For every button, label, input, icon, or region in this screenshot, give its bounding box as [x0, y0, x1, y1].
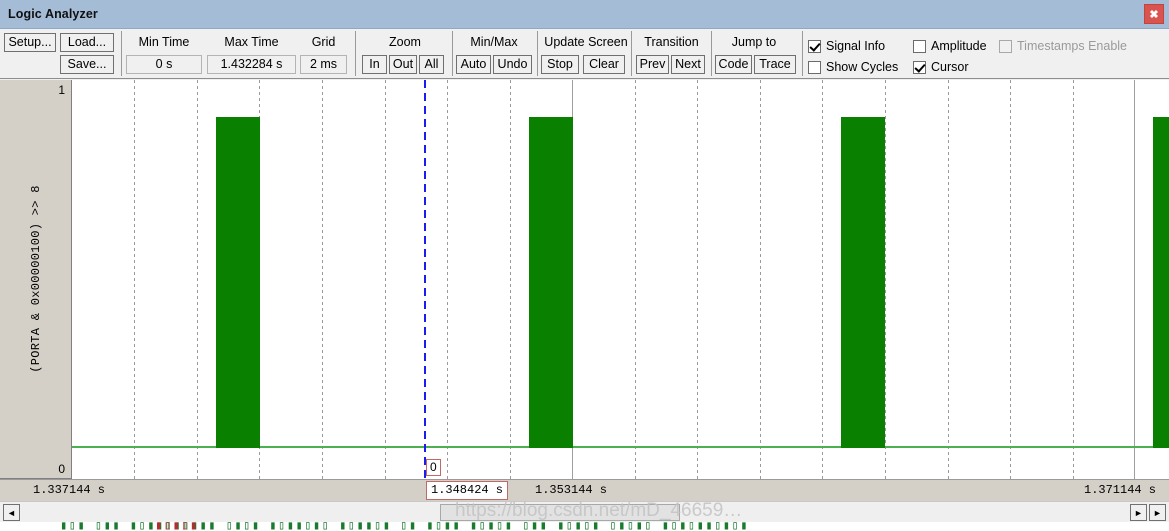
gridline [635, 80, 636, 479]
scroll-right-arrow-icon[interactable]: ► [1130, 504, 1147, 521]
cursor-marker-box[interactable]: 0 [426, 459, 441, 476]
checkbox-show-cycles[interactable]: Show Cycles [808, 60, 898, 74]
gridline [1073, 80, 1074, 479]
time-axis: 1.337144 s 1.348424 s 1.353144 s 1.37114… [0, 479, 1169, 501]
signal-info-panel[interactable]: 1 (PORTA & 0x00000100) >> 8 0 [0, 80, 72, 479]
jumpto-trace-button[interactable]: Trace [754, 55, 796, 74]
minmax-undo-button[interactable]: Undo [493, 55, 532, 74]
time-axis-label-right: 1.371144 s [1084, 483, 1157, 497]
transition-prev-button[interactable]: Prev [636, 55, 669, 74]
toolbar-separator [802, 31, 803, 76]
close-icon[interactable]: ✖ [1144, 4, 1164, 24]
update-clear-button[interactable]: Clear [583, 55, 625, 74]
window-title: Logic Analyzer [8, 7, 98, 21]
max-time-value[interactable]: 1.432284 s [207, 55, 296, 74]
scrollbar-thumb[interactable] [440, 504, 680, 521]
jumpto-label: Jump to [731, 35, 777, 49]
toolbar-separator [711, 31, 712, 76]
zoom-in-button[interactable]: In [362, 55, 387, 74]
setup-button[interactable]: Setup... [4, 33, 56, 52]
toolbar-separator [537, 31, 538, 76]
checkbox-signal-info[interactable]: Signal Info [808, 39, 885, 53]
toolbar-separator [452, 31, 453, 76]
gridline [385, 80, 386, 479]
gridline [822, 80, 823, 479]
gridline [948, 80, 949, 479]
scroll-left-arrow-icon[interactable]: ◄ [3, 504, 20, 521]
gridline [697, 80, 698, 479]
transition-label: Transition [644, 35, 699, 49]
signal-expression-label: (PORTA & 0x00000100) >> 8 [28, 185, 43, 373]
gridline [134, 80, 135, 479]
gridline-major [1134, 80, 1135, 479]
min-time-label: Min Time [138, 35, 190, 49]
checkbox-label-show-cycles: Show Cycles [826, 60, 899, 74]
save-button[interactable]: Save... [60, 55, 114, 74]
time-axis-label-mid: 1.353144 s [535, 483, 608, 497]
minmax-label: Min/Max [470, 35, 518, 49]
toolbar-separator [631, 31, 632, 76]
gridline [447, 80, 448, 479]
logic-analyzer-window: Logic Analyzer ✖ Setup... Load... Save..… [0, 0, 1169, 531]
gridline [760, 80, 761, 479]
clipped-content-strip: ▮▯▮ ▯▮▮ ▮▯▮▮▯▮▯▮▮▮ ▯▮▯▮ ▮▯▮▮▯▮▯ ▮▯▮▮▯▮ ▯… [0, 522, 1169, 531]
minmax-auto-button[interactable]: Auto [456, 55, 491, 74]
time-axis-label-left: 1.337144 s [33, 483, 106, 497]
transition-next-button[interactable]: Next [671, 55, 705, 74]
max-time-label: Max Time [224, 35, 279, 49]
checkbox-box-show-cycles[interactable] [808, 60, 821, 74]
checkbox-amplitude[interactable]: Amplitude [913, 39, 987, 53]
checkbox-timestamps-enable: Timestamps Enable [999, 39, 1127, 53]
gridline [197, 80, 198, 479]
toolbar-separator [355, 31, 356, 76]
min-time-value[interactable]: 0 s [126, 55, 202, 74]
gridline [322, 80, 323, 479]
checkbox-box-signal-info[interactable] [808, 39, 821, 53]
checkbox-box-amplitude[interactable] [913, 39, 926, 53]
grid-label: Grid [311, 35, 336, 49]
grid-value[interactable]: 2 ms [300, 55, 347, 74]
clipped-text-red: ▮▯▮▯▮ [155, 522, 199, 531]
window-titlebar: Logic Analyzer ✖ [0, 0, 1169, 29]
cursor-line[interactable] [424, 80, 426, 479]
gridline [885, 80, 886, 479]
checkbox-box-timestamps-enable [999, 39, 1012, 53]
checkbox-cursor[interactable]: Cursor [913, 60, 969, 74]
update-screen-label: Update Screen [544, 35, 628, 49]
update-stop-button[interactable]: Stop [541, 55, 579, 74]
signal-high-label: 1 [58, 83, 65, 97]
waveform-plot[interactable]: 0 [72, 80, 1169, 479]
signal-low-label: 0 [58, 462, 65, 476]
checkbox-box-cursor[interactable] [913, 60, 926, 74]
zoom-out-button[interactable]: Out [389, 55, 417, 74]
scroll-page-right-arrow-icon[interactable]: ► [1149, 504, 1166, 521]
checkbox-label-timestamps-enable: Timestamps Enable [1017, 39, 1127, 53]
signal-pulse [841, 117, 885, 448]
signal-pulse [529, 117, 573, 448]
checkbox-label-signal-info: Signal Info [826, 39, 886, 53]
signal-pulse [216, 117, 260, 448]
jumpto-code-button[interactable]: Code [715, 55, 752, 74]
checkbox-label-amplitude: Amplitude [931, 39, 987, 53]
checkbox-label-cursor: Cursor [931, 60, 969, 74]
toolbar: Setup... Load... Save... Min Time 0 s Ma… [0, 29, 1169, 79]
gridline [1010, 80, 1011, 479]
toolbar-separator [121, 31, 122, 76]
time-axis-label-cursor[interactable]: 1.348424 s [426, 481, 509, 500]
zoom-all-button[interactable]: All [419, 55, 444, 74]
gridline [510, 80, 511, 479]
load-button[interactable]: Load... [60, 33, 114, 52]
horizontal-scrollbar[interactable]: ◄ ► ► [0, 501, 1169, 522]
signal-pulse [1153, 117, 1169, 448]
zoom-label: Zoom [389, 35, 421, 49]
